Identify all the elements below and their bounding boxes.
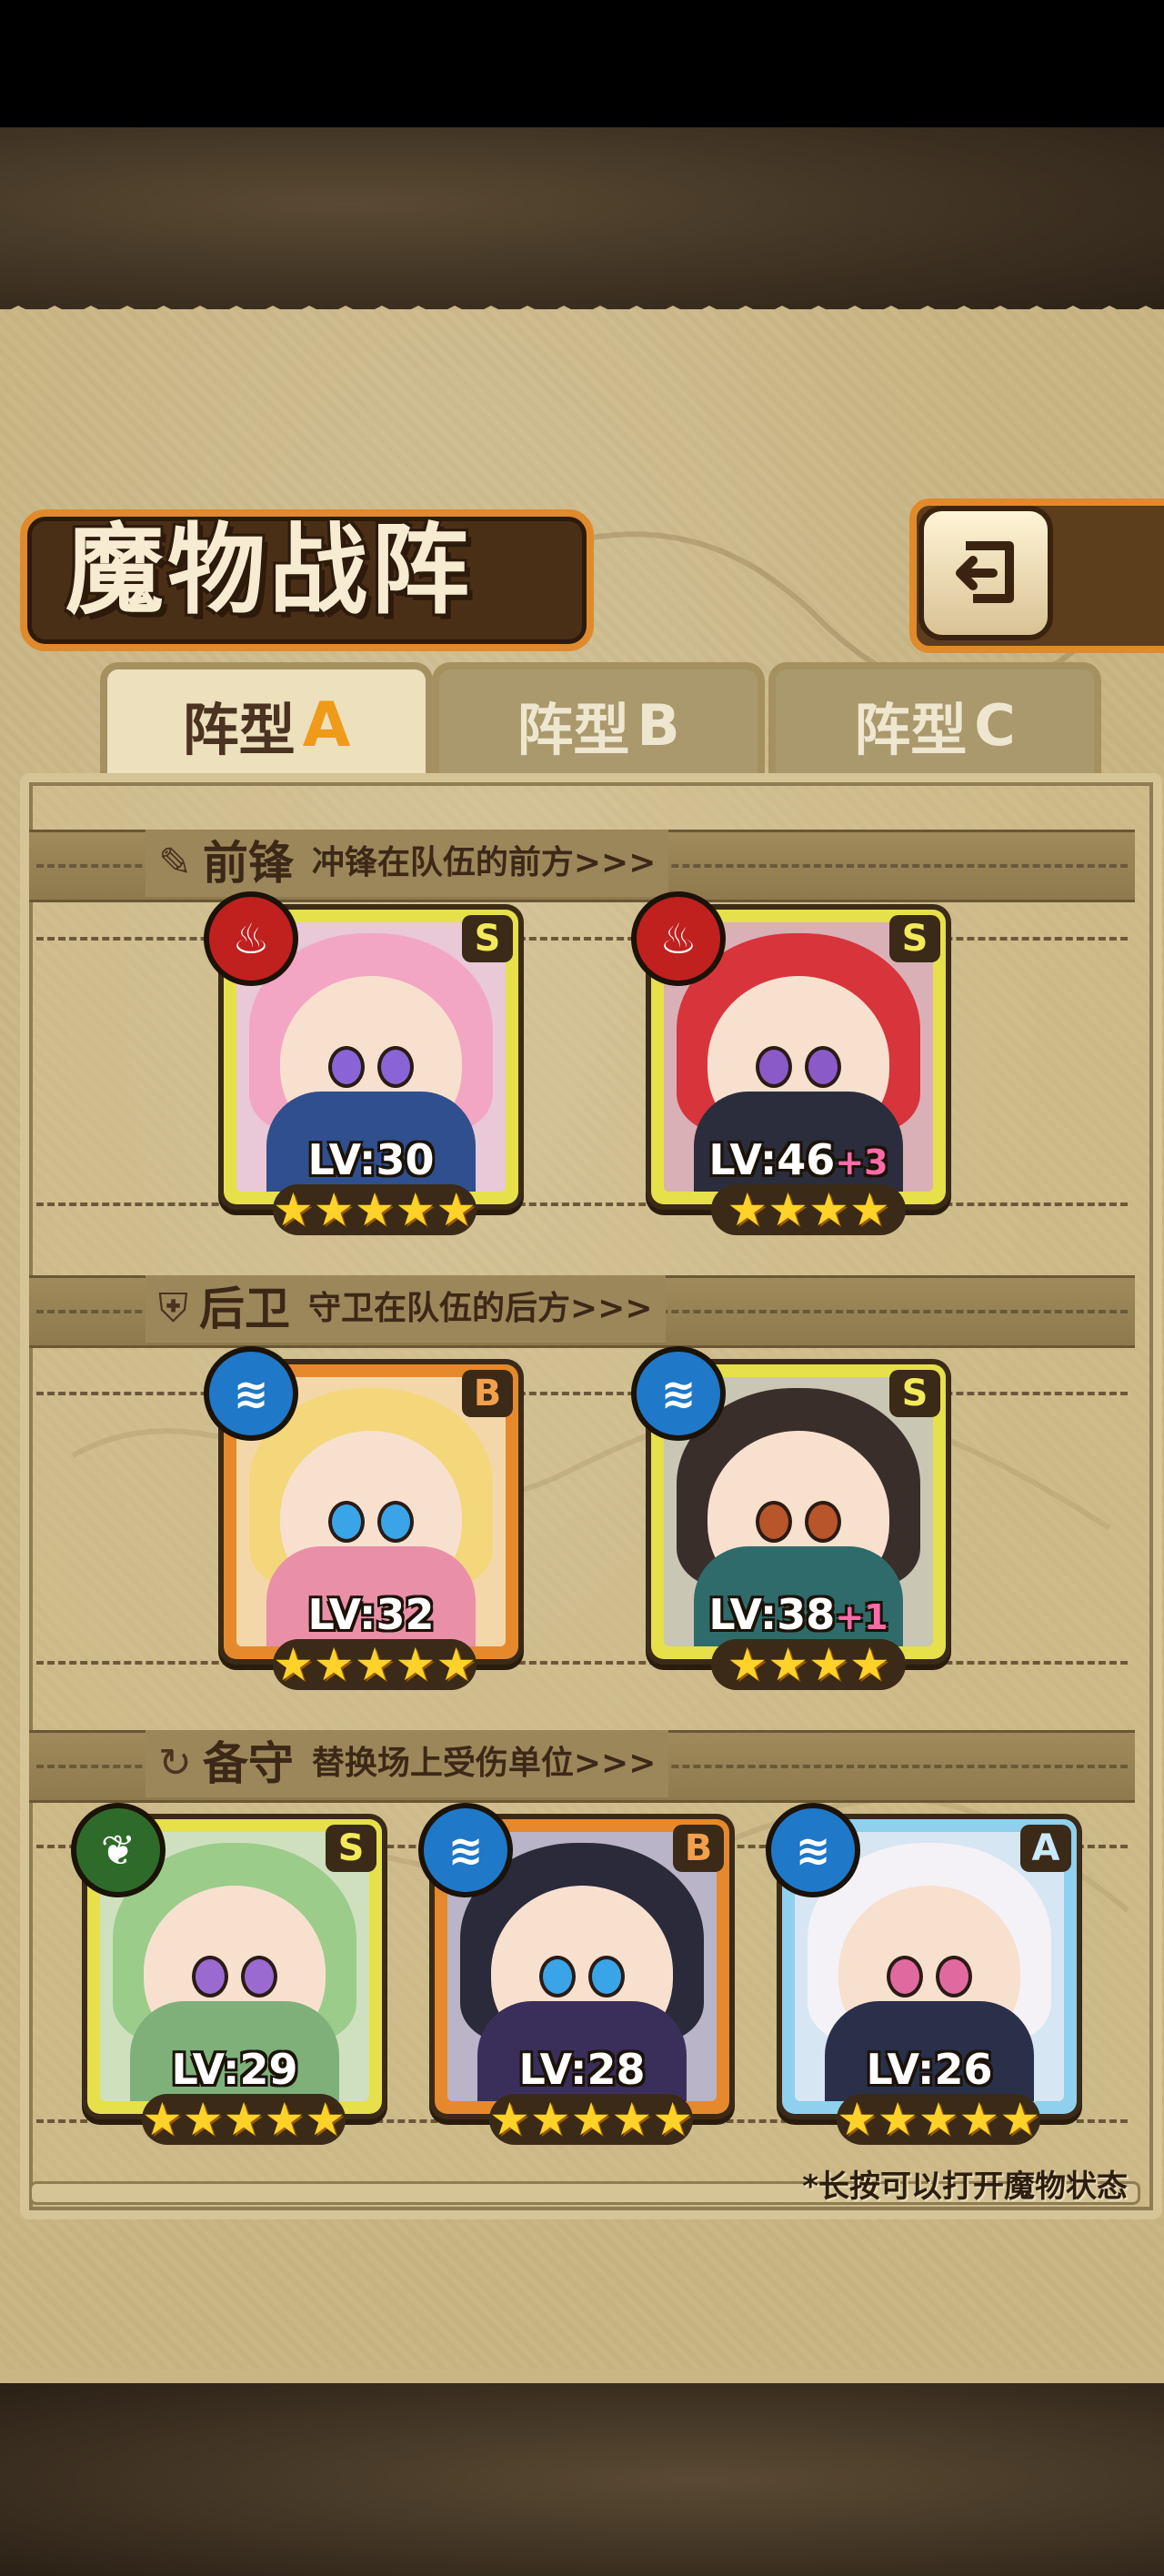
divider (36, 1661, 1128, 1665)
section-desc: 守卫在队伍的后方>>> (308, 1290, 653, 1327)
star-rating: ★ ★ ★ ★ ★ (141, 2093, 346, 2146)
section-header-rear: ⛨ 后卫 守卫在队伍的后方>>> (146, 1275, 666, 1343)
return-icon (956, 541, 1014, 603)
grass-element-icon: ❦ (71, 1803, 166, 1897)
level-label: LV:46+3 (708, 1135, 888, 1184)
tab-label: 阵型 (517, 697, 630, 763)
tab-label: 阵型 (854, 697, 968, 763)
section-title: 前锋 (202, 837, 294, 890)
rank-badge: S (889, 1370, 940, 1417)
rank-badge: B (673, 1825, 724, 1872)
hint-text: *长按可以打开魔物状态 (802, 2168, 1128, 2205)
section-header-reserve: ↻ 备守 替换场上受伤单位>>> (146, 1730, 669, 1797)
tab-letter: C (974, 691, 1016, 759)
section-desc: 冲锋在队伍的前方>>> (311, 844, 657, 881)
map-background-top (0, 127, 1164, 318)
divider (36, 937, 1128, 941)
sword-icon: ✎ (158, 840, 192, 886)
tab-letter: A (302, 689, 351, 761)
shield-icon: ⛨ (158, 1285, 188, 1332)
rank-badge: S (326, 1825, 376, 1872)
level-label: LV:38+1 (708, 1590, 888, 1639)
tab-formation-b[interactable]: 阵型 B (432, 662, 765, 780)
section-title: 后卫 (199, 1283, 290, 1335)
water-element-icon: ≋ (631, 1346, 726, 1441)
water-element-icon: ≋ (204, 1346, 298, 1441)
swap-icon: ↻ (158, 1740, 192, 1786)
star-rating: ★ ★ ★ ★ ★ (272, 1638, 477, 1691)
divider (36, 1392, 1128, 1395)
page-title: 魔物战阵 (65, 514, 474, 628)
star-rating: ★ ★ ★ ★ ★ (488, 2093, 694, 2146)
rank-badge: S (889, 915, 940, 962)
level-label: LV:32 (307, 1590, 435, 1639)
level-label: LV:29 (171, 2045, 298, 2094)
section-title: 备守 (202, 1737, 294, 1790)
section-desc: 替换场上受伤单位>>> (311, 1745, 657, 1782)
rank-badge: S (462, 915, 513, 962)
fire-element-icon: ♨ (631, 891, 726, 986)
star-rating: ★ ★ ★ ★ ★ (272, 1183, 477, 1236)
fire-element-icon: ♨ (204, 891, 298, 986)
level-label: LV:26 (866, 2045, 993, 2094)
star-rating: ★ ★ ★ ★ (711, 1184, 906, 1235)
level-label: LV:28 (518, 2045, 646, 2094)
tab-label: 阵型 (182, 697, 296, 763)
rank-badge: A (1020, 1825, 1071, 1872)
rank-badge: B (462, 1370, 513, 1417)
water-element-icon: ≋ (418, 1803, 513, 1897)
level-label: LV:30 (307, 1135, 435, 1184)
star-rating: ★ ★ ★ ★ (711, 1639, 906, 1690)
status-bar (0, 0, 1164, 127)
divider (36, 1202, 1128, 1206)
back-button[interactable] (918, 506, 1053, 640)
tab-formation-c[interactable]: 阵型 C (768, 662, 1101, 780)
star-rating: ★ ★ ★ ★ ★ (836, 2093, 1041, 2146)
section-header-front: ✎ 前锋 冲锋在队伍的前方>>> (146, 830, 669, 897)
tab-formation-a[interactable]: 阵型 A (100, 662, 433, 780)
water-element-icon: ≋ (766, 1803, 860, 1897)
map-background-bottom (0, 2383, 1164, 2576)
tab-letter: B (637, 691, 680, 759)
